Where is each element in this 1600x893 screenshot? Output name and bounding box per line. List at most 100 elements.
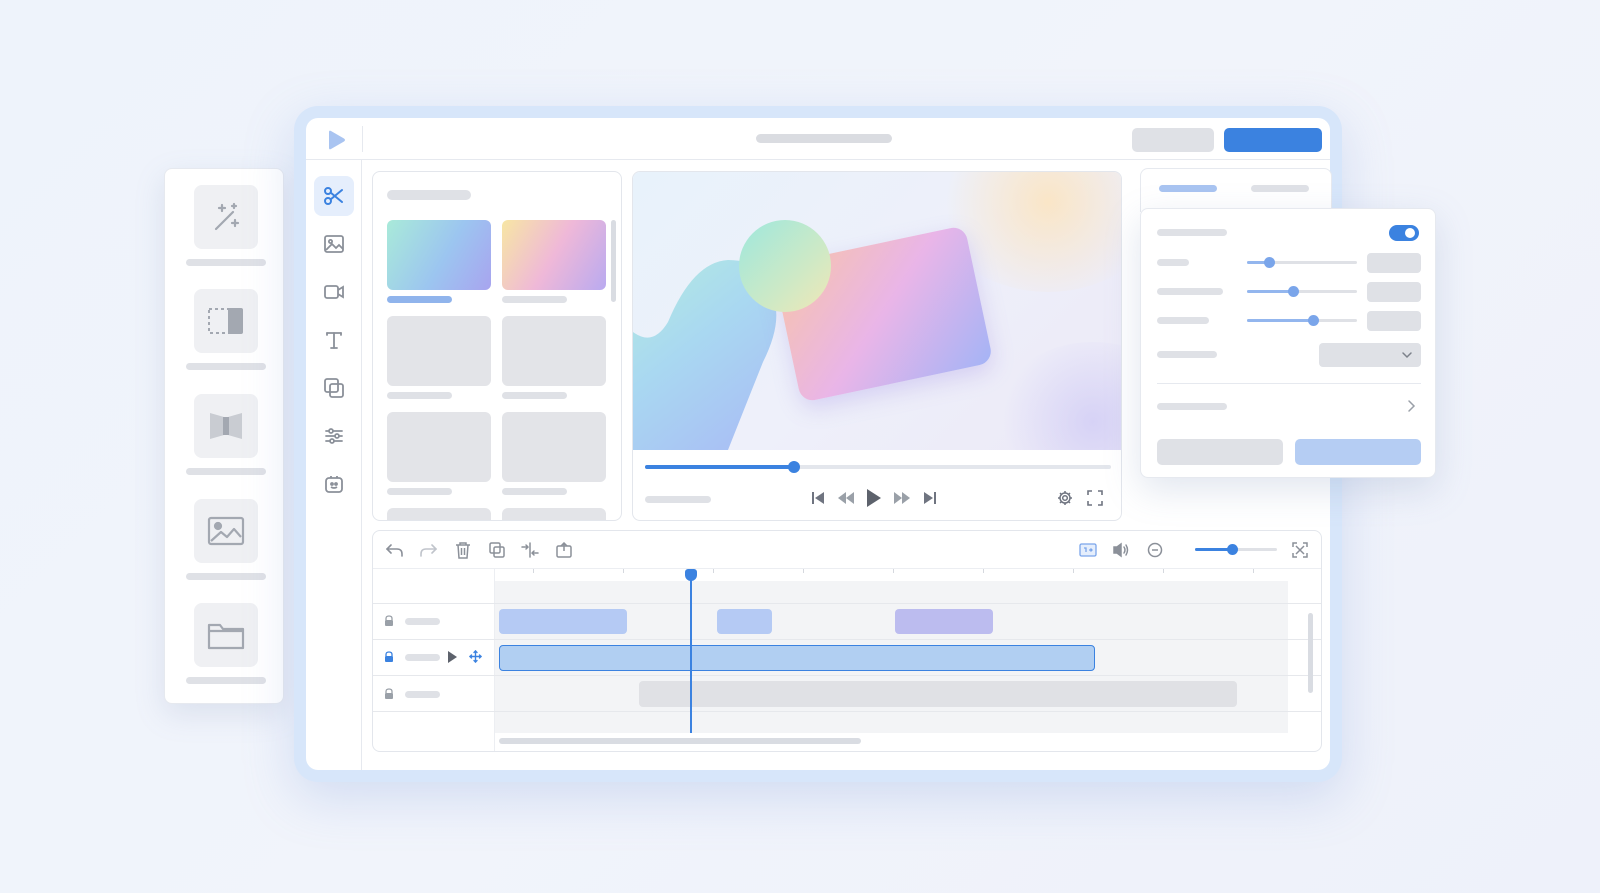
skip-start-icon[interactable] [806, 486, 830, 510]
layers-icon[interactable] [314, 368, 354, 408]
magic-wand-icon [194, 185, 258, 249]
property-slider-fill [1247, 319, 1313, 322]
move-icon[interactable] [469, 650, 482, 663]
export-clip-icon[interactable] [552, 538, 576, 562]
duplicate-icon[interactable] [485, 538, 509, 562]
volume-icon[interactable] [1109, 538, 1133, 562]
fast-forward-icon[interactable] [890, 486, 914, 510]
scissors-icon[interactable] [314, 176, 354, 216]
transition-tool-label [186, 468, 266, 475]
media-thumbnail-label [502, 296, 567, 303]
timeline-clip[interactable] [499, 609, 627, 634]
transition-icon [194, 394, 258, 458]
image-tool[interactable] [186, 499, 266, 580]
track-play-icon[interactable] [447, 651, 457, 663]
tab-properties[interactable] [1159, 185, 1217, 192]
media-thumbnail[interactable] [502, 316, 606, 386]
media-thumbnail[interactable] [387, 508, 491, 520]
zoom-out-icon[interactable] [1143, 538, 1167, 562]
transition-tool[interactable] [186, 394, 266, 475]
property-slider-handle[interactable] [1288, 286, 1300, 297]
media-scrollbar[interactable] [611, 220, 616, 302]
fullscreen-icon[interactable] [1083, 486, 1107, 510]
play-icon[interactable] [862, 486, 886, 510]
settings-gear-icon[interactable] [1053, 486, 1077, 510]
divider [1157, 383, 1421, 384]
canvas-circle-shape [739, 220, 831, 312]
tools-panel [164, 168, 284, 704]
track-divider [373, 675, 1321, 676]
timeline-horizontal-scrollbar[interactable] [499, 738, 861, 744]
skip-end-icon[interactable] [918, 486, 942, 510]
property-value-input[interactable] [1367, 311, 1421, 331]
property-slider[interactable] [1247, 257, 1357, 268]
property-label [1157, 229, 1227, 236]
toggle-knob [1405, 228, 1415, 238]
playback-progress[interactable] [645, 461, 1111, 473]
image-icon[interactable] [314, 224, 354, 264]
top-bar [306, 118, 1330, 160]
divider [362, 126, 363, 152]
media-thumbnail[interactable] [387, 220, 491, 290]
timeline-clip[interactable] [895, 609, 993, 634]
split-icon[interactable] [518, 538, 542, 562]
sticker-icon[interactable] [314, 464, 354, 504]
playhead[interactable] [690, 569, 692, 733]
property-dropdown[interactable] [1319, 343, 1421, 367]
lock-icon[interactable] [383, 651, 395, 663]
property-slider-handle[interactable] [1264, 257, 1275, 268]
apply-button[interactable] [1295, 439, 1421, 465]
rewind-icon[interactable] [834, 486, 858, 510]
track-label [405, 691, 440, 698]
property-value-input[interactable] [1367, 282, 1421, 302]
image-tool-label [186, 573, 266, 580]
playback-scrubber[interactable] [788, 461, 801, 473]
property-label [1157, 351, 1217, 358]
folder-tool[interactable] [186, 603, 266, 684]
magic-tool[interactable] [186, 185, 266, 266]
playhead-handle[interactable] [685, 569, 697, 581]
media-library [372, 171, 622, 521]
snap-icon[interactable] [1076, 538, 1100, 562]
preview-button[interactable] [1132, 128, 1214, 152]
property-value-input[interactable] [1367, 253, 1421, 273]
media-thumbnail[interactable] [387, 412, 491, 482]
media-thumbnail[interactable] [502, 220, 606, 290]
export-button[interactable] [1224, 128, 1322, 152]
track-label [405, 618, 440, 625]
delete-icon[interactable] [451, 538, 475, 562]
fit-timeline-icon[interactable] [1288, 538, 1312, 562]
chevron-right-icon[interactable] [1405, 399, 1417, 418]
timeline [372, 530, 1322, 752]
zoom-slider[interactable] [1195, 544, 1277, 555]
media-thumbnail[interactable] [502, 508, 606, 520]
text-icon[interactable] [314, 320, 354, 360]
reset-button[interactable] [1157, 439, 1283, 465]
timeline-clip[interactable] [639, 681, 1237, 707]
timeline-vertical-scrollbar[interactable] [1308, 613, 1313, 693]
media-thumbnail[interactable] [502, 412, 606, 482]
property-slider[interactable] [1247, 315, 1357, 326]
adjust-icon[interactable] [314, 416, 354, 456]
media-thumbnail[interactable] [387, 316, 491, 386]
property-slider[interactable] [1247, 286, 1357, 297]
tool-rail [306, 160, 362, 770]
lock-icon[interactable] [383, 615, 395, 627]
undo-icon[interactable] [383, 538, 407, 562]
property-toggle[interactable] [1389, 225, 1419, 241]
lock-icon[interactable] [383, 688, 395, 700]
media-thumbnail-label [387, 296, 452, 303]
tab-effects[interactable] [1251, 185, 1309, 192]
redo-icon[interactable] [416, 538, 440, 562]
timeline-clip[interactable] [717, 609, 772, 634]
preview-canvas[interactable] [633, 172, 1121, 450]
property-slider-fill [1247, 290, 1294, 293]
ruler-tick [1253, 569, 1254, 573]
property-slider-handle[interactable] [1308, 315, 1319, 326]
timeline-clip-selected[interactable] [499, 645, 1095, 671]
crop-tool[interactable] [186, 289, 266, 370]
video-icon[interactable] [314, 272, 354, 312]
media-thumbnail-label [502, 392, 567, 399]
folder-tool-label [186, 677, 266, 684]
zoom-slider-handle[interactable] [1226, 544, 1238, 555]
